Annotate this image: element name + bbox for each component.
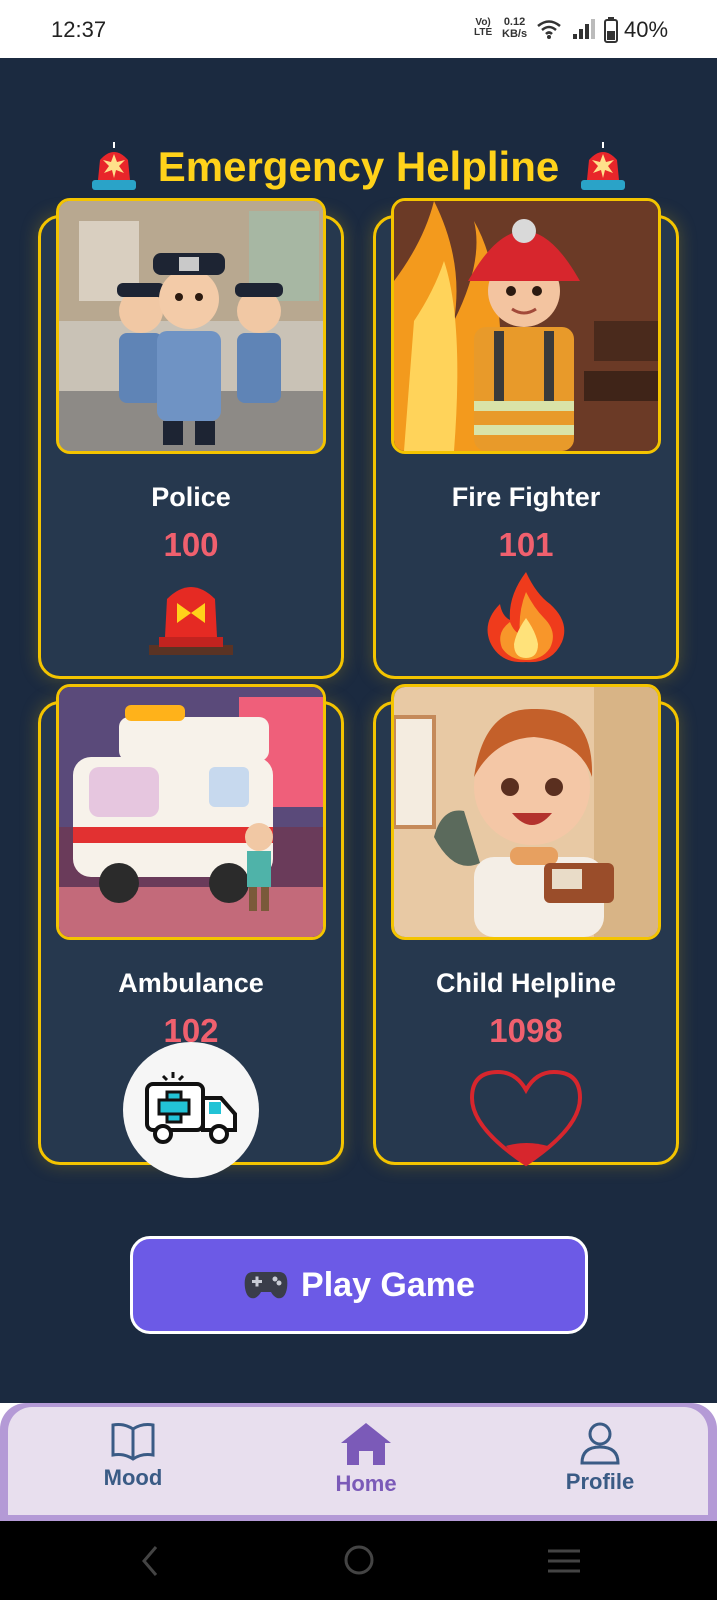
heart-icon: [469, 1069, 583, 1167]
helpline-name: Ambulance: [118, 968, 264, 998]
nav-label-mood: Mood: [103, 1465, 163, 1490]
person-icon: [580, 1422, 620, 1465]
network-speed: 0.12 KB/s: [502, 16, 527, 40]
volte-indicator: Vo) LTE: [474, 18, 492, 38]
recents-icon[interactable]: [548, 1547, 580, 1575]
helpline-name: Police: [151, 482, 231, 512]
police-siren-icon: [149, 587, 233, 655]
wifi-icon: [537, 20, 561, 39]
helpline-number[interactable]: 101: [376, 526, 676, 564]
fire-icon: [487, 572, 565, 663]
nav-label-profile: Profile: [565, 1469, 635, 1494]
book-icon: [111, 1423, 155, 1461]
nav-item-profile[interactable]: Profile: [525, 1417, 675, 1511]
page-title: Emergency Helpline: [157, 143, 560, 190]
network-speed-value: 0.12: [503, 16, 526, 28]
helpline-card-police[interactable]: Police 100: [38, 198, 344, 679]
ambulance-icon-badge: [123, 1042, 259, 1178]
volte-line-2: LTE: [474, 27, 493, 38]
nav-item-home[interactable]: Home: [291, 1417, 441, 1511]
signal-icon: [573, 19, 595, 39]
system-nav-bar: [0, 1521, 717, 1600]
siren-icon: [91, 142, 136, 190]
helpline-number[interactable]: 1098: [376, 1012, 676, 1050]
play-game-label: Play Game: [301, 1265, 475, 1304]
nav-label-home: Home: [335, 1471, 397, 1496]
police-illustration: [56, 198, 326, 454]
helpline-card-child-helpline[interactable]: Child Helpline 1098: [373, 684, 679, 1167]
battery-icon: [604, 17, 618, 43]
back-icon[interactable]: [140, 1545, 160, 1577]
fire-fighter-illustration: [391, 198, 661, 454]
battery-percent: 40%: [624, 17, 669, 42]
helpline-number[interactable]: 100: [41, 526, 341, 564]
bottom-nav: Mood Home Profile: [0, 1403, 717, 1521]
child-helpline-illustration: [391, 684, 661, 940]
status-time: 12:37: [51, 17, 107, 42]
home-icon: [341, 1423, 391, 1465]
nav-item-mood[interactable]: Mood: [58, 1417, 208, 1511]
helpline-name: Fire Fighter: [451, 482, 601, 512]
helpline-card-fire-fighter[interactable]: Fire Fighter 101: [373, 198, 679, 679]
bottom-nav-panel: Mood Home Profile: [8, 1407, 708, 1515]
app-content: Emergency Helpline Police 100 Fire Fight…: [0, 58, 717, 1403]
status-bar: 12:37 Vo) LTE 0.12 KB/s 40%: [0, 0, 717, 58]
play-game-button[interactable]: Play Game: [130, 1236, 588, 1334]
siren-icon: [581, 142, 626, 190]
helpline-name: Child Helpline: [435, 968, 616, 998]
helpline-card-ambulance[interactable]: Ambulance 102: [38, 684, 344, 1178]
ambulance-illustration: [56, 684, 326, 940]
gamepad-icon: [244, 1272, 288, 1299]
page-header: Emergency Helpline: [0, 132, 717, 202]
network-speed-unit: KB/s: [502, 28, 528, 40]
home-circle-icon[interactable]: [343, 1544, 375, 1576]
ambulance-icon: [145, 1072, 237, 1144]
